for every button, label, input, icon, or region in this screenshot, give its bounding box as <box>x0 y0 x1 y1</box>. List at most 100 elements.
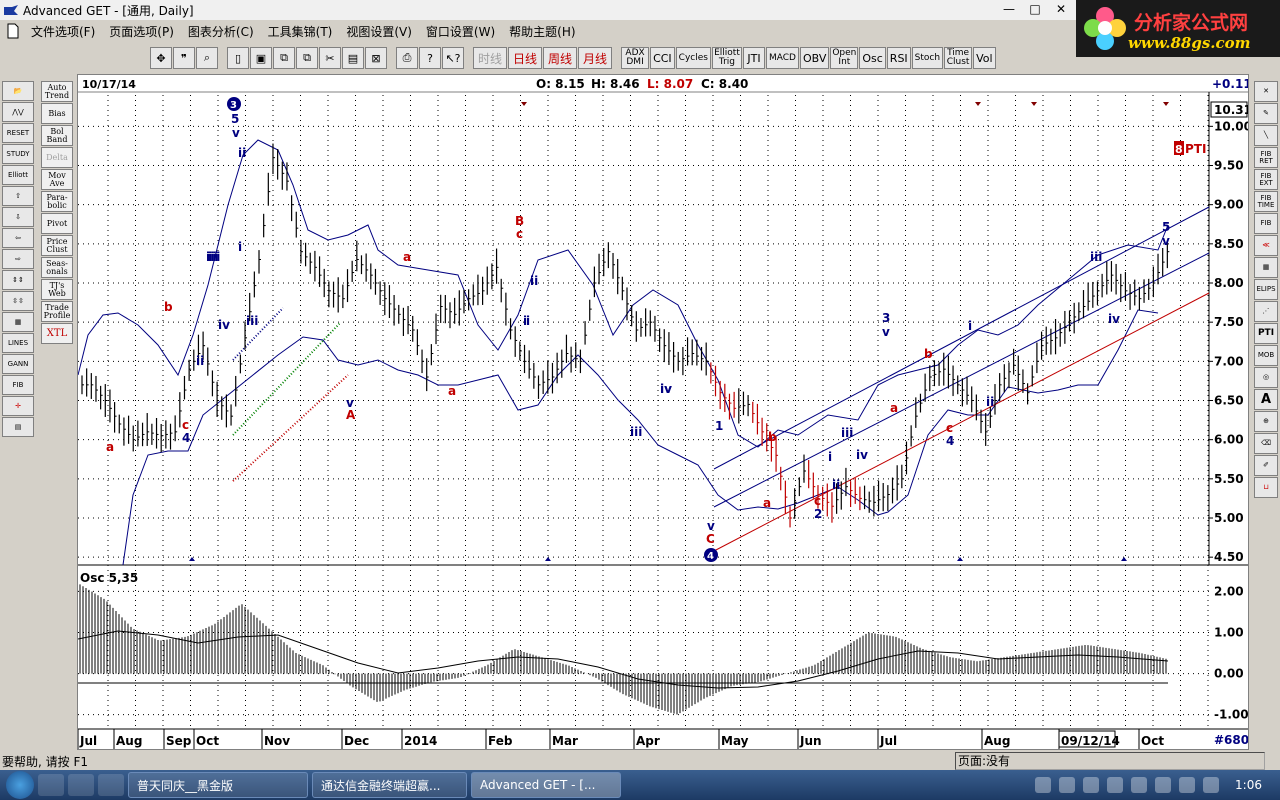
task-item[interactable]: 普天同庆__黑金版 <box>128 772 308 798</box>
start-button[interactable] <box>6 771 34 799</box>
period-weekly[interactable]: 周线 <box>543 47 578 69</box>
study-bias[interactable]: Bias <box>41 103 73 124</box>
study-bol-band[interactable]: Bol Band <box>41 125 73 146</box>
print-icon[interactable]: ⎙ <box>396 47 418 69</box>
study-vol[interactable]: Vol <box>973 47 996 69</box>
study-parabolic[interactable]: Para-bolic <box>41 191 73 212</box>
copy-icon[interactable]: ⧉ <box>296 47 318 69</box>
expand-icon[interactable]: ⇳⇳ <box>2 291 34 311</box>
crosshair-icon[interactable]: ✛ <box>2 396 34 416</box>
arrow-down-icon[interactable]: ⇩ <box>2 207 34 227</box>
tray-icon[interactable] <box>1035 777 1052 793</box>
elliott-button[interactable]: Elliott <box>2 165 34 185</box>
properties-icon[interactable]: ▤ <box>2 417 34 437</box>
menu-view[interactable]: 视图设置(V) <box>339 23 419 40</box>
reset-button[interactable]: RESET <box>2 123 34 143</box>
quicklaunch-icon[interactable] <box>98 774 124 796</box>
pti-button[interactable]: PTI <box>1254 323 1278 344</box>
study-stoch[interactable]: Stoch <box>911 47 944 69</box>
fib-ext-button[interactable]: FIB EXT <box>1254 169 1278 190</box>
fib-button[interactable]: FIB <box>2 375 34 395</box>
marker-icon[interactable]: ✐ <box>1254 455 1278 476</box>
study-mov-ave[interactable]: Mov Ave <box>41 169 73 190</box>
arrow-up-icon[interactable]: ⇧ <box>2 186 34 206</box>
grid-icon[interactable]: ▦ <box>2 312 34 332</box>
quote-icon[interactable]: ❞ <box>173 47 195 69</box>
close-button[interactable]: ✕ <box>1048 0 1074 18</box>
study-cycles[interactable]: Cycles <box>675 47 711 69</box>
cursor-icon[interactable]: ✥ <box>150 47 172 69</box>
period-daily[interactable]: 日线 <box>508 47 543 69</box>
cut-icon[interactable]: ✂ <box>319 47 341 69</box>
paste-icon[interactable]: ▤ <box>342 47 364 69</box>
fib-time-button[interactable]: FIB TIME <box>1254 191 1278 212</box>
arrow-right-icon[interactable]: ⇨ <box>2 249 34 269</box>
menu-window[interactable]: 窗口设置(W) <box>419 23 502 40</box>
arrow-left-icon[interactable]: ⇦ <box>2 228 34 248</box>
study-rsi[interactable]: RSI <box>886 47 911 69</box>
bracket-icon[interactable]: ⊔ <box>1254 477 1278 498</box>
quicklaunch-icon[interactable] <box>68 774 94 796</box>
menu-chart[interactable]: 图表分析(C) <box>181 23 261 40</box>
pencil-icon[interactable]: ✎ <box>1254 103 1278 124</box>
zoom-icon[interactable]: ⌕ <box>196 47 218 69</box>
menu-file[interactable]: 文件选项(F) <box>24 23 102 40</box>
study-pivot[interactable]: Pivot <box>41 213 73 234</box>
fib-ret-button[interactable]: FIB RET <box>1254 147 1278 168</box>
menu-help[interactable]: 帮助主题(H) <box>502 23 582 40</box>
fib-button[interactable]: FIB <box>1254 213 1278 234</box>
lines-button[interactable]: LINES <box>2 333 34 353</box>
minimize-button[interactable]: — <box>996 0 1022 18</box>
menu-page[interactable]: 页面选项(P) <box>102 23 181 40</box>
tray-icon[interactable] <box>1155 777 1172 793</box>
new-icon[interactable]: ▯ <box>227 47 249 69</box>
study-trade-profile[interactable]: Trade Profile <box>41 301 73 322</box>
study-osc[interactable]: Osc <box>859 47 886 69</box>
tray-icon[interactable] <box>1107 777 1124 793</box>
bulb-icon[interactable]: ? <box>419 47 441 69</box>
chart-window[interactable]: 10/17/14 O: 8.15 H: 8.46 L: 8.07 C: 8.40… <box>77 74 1252 750</box>
study-price-clust[interactable]: Price Clust <box>41 235 73 256</box>
grid-small-icon[interactable]: ▦ <box>1254 257 1278 278</box>
study-time-clust[interactable]: Time Clust <box>944 47 973 69</box>
tray-icon[interactable] <box>1059 777 1076 793</box>
network-icon[interactable] <box>1203 777 1220 793</box>
study-seasonals[interactable]: Seas-onals <box>41 257 73 278</box>
study-tj-web[interactable]: TJ's Web <box>41 279 73 300</box>
study-elliott-trig[interactable]: Elliott Trig <box>711 47 742 69</box>
save-icon[interactable]: ▣ <box>250 47 272 69</box>
study-macd[interactable]: MACD <box>765 47 799 69</box>
volume-icon[interactable] <box>1179 777 1196 793</box>
cross-icon[interactable]: ✕ <box>1254 81 1278 102</box>
mob-button[interactable]: MOB <box>1254 345 1278 366</box>
folder-icon[interactable]: 📂 <box>2 81 34 101</box>
period-hourly[interactable]: 时线 <box>473 47 508 69</box>
cycle-icon[interactable]: ◎ <box>1254 367 1278 388</box>
elips-button[interactable]: ELIPS <box>1254 279 1278 300</box>
period-monthly[interactable]: 月线 <box>578 47 613 69</box>
context-help-icon[interactable]: ↖? <box>442 47 464 69</box>
menu-tools[interactable]: 工具集锦(T) <box>261 23 340 40</box>
study-jti[interactable]: JTI <box>742 47 765 69</box>
study-button[interactable]: STUDY <box>2 144 34 164</box>
delete-icon[interactable]: ⊠ <box>365 47 387 69</box>
study-open-int[interactable]: Open Int <box>830 47 859 69</box>
elliott-tool[interactable]: ⋀⋁ <box>2 102 34 122</box>
zoom-in-icon[interactable]: ⊕ <box>1254 411 1278 432</box>
tray-icon[interactable] <box>1083 777 1100 793</box>
task-item[interactable]: Advanced GET - [... <box>471 772 621 798</box>
task-item[interactable]: 通达信金融终端超赢... <box>312 772 467 798</box>
line-icon[interactable]: ╲ <box>1254 125 1278 146</box>
study-delta[interactable]: Delta <box>41 147 73 168</box>
price-chart[interactable]: 10/17/14 O: 8.15 H: 8.46 L: 8.07 C: 8.40… <box>77 75 1252 749</box>
quicklaunch-icon[interactable] <box>38 774 64 796</box>
study-cci[interactable]: CCI <box>650 47 675 69</box>
study-auto-trend[interactable]: Auto Trend <box>41 81 73 102</box>
gann-button[interactable]: GANN <box>2 354 34 374</box>
tray-icon[interactable] <box>1131 777 1148 793</box>
study-xtl[interactable]: XTL <box>41 323 73 344</box>
text-tool-button[interactable]: A <box>1254 389 1278 410</box>
fan-icon[interactable]: ≪ <box>1254 235 1278 256</box>
study-obv[interactable]: OBV <box>799 47 830 69</box>
maximize-button[interactable]: □ <box>1022 0 1048 18</box>
